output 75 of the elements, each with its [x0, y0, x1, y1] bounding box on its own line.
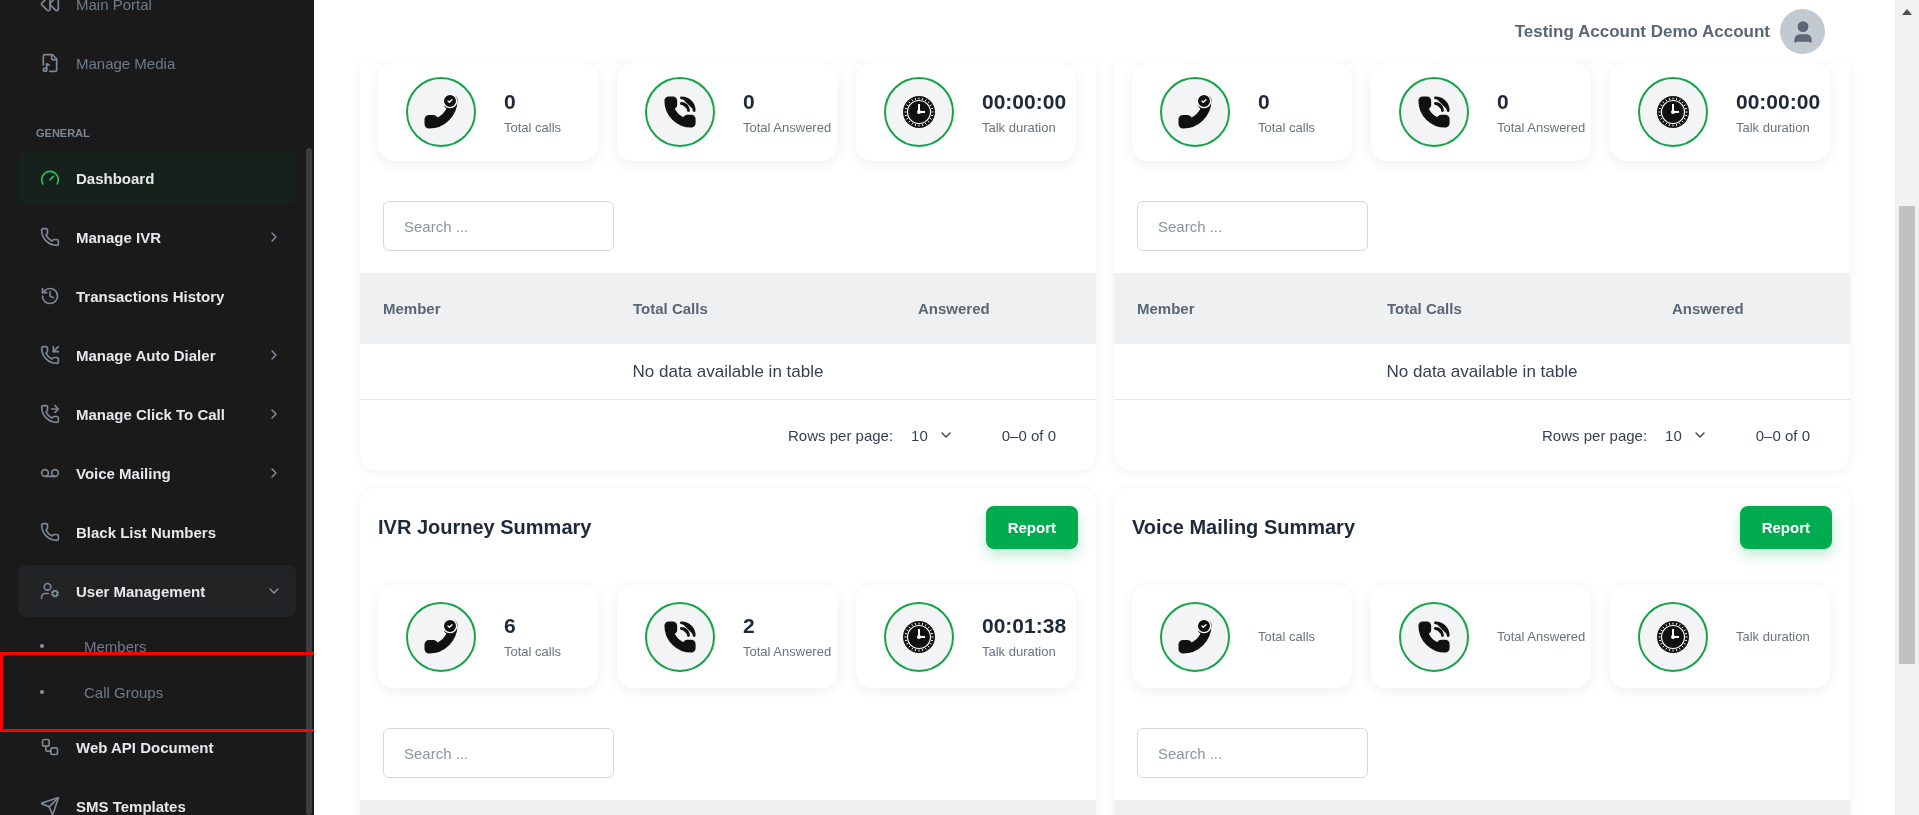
- stat-value: 6: [504, 614, 517, 638]
- bullet-icon: [40, 690, 44, 694]
- stat-label: Talk duration: [982, 644, 1057, 659]
- clock-icon: [902, 619, 936, 654]
- stat-value: 0: [1258, 89, 1271, 114]
- stat-label: Talk duration: [1736, 119, 1811, 135]
- sidebar-item[interactable]: Manage Media: [18, 37, 296, 89]
- search-field[interactable]: Search ...: [1137, 728, 1368, 778]
- sidebar-item[interactable]: Manage Click To Call: [18, 388, 296, 440]
- empty-table-message: No data available in table: [632, 361, 824, 382]
- pagination-range: 0–0 of 0: [1755, 426, 1810, 444]
- section-title: GENERAL: [35, 126, 91, 141]
- column-header: Total Calls: [1387, 300, 1463, 317]
- search-field[interactable]: Search ...: [383, 728, 614, 778]
- gauge-icon: [40, 168, 60, 188]
- column-header: Member: [383, 300, 442, 317]
- sidebar-item[interactable]: User Management: [18, 565, 296, 617]
- rows-per-page-select[interactable]: 10: [1665, 426, 1708, 444]
- account-name: Testing Account Demo Account: [1514, 21, 1770, 42]
- stat-value: 00:00:00: [1736, 89, 1821, 114]
- stat-label: Total calls: [1258, 629, 1316, 644]
- card-title: IVR Journey Summary: [378, 516, 592, 539]
- empty-table-message: No data available in table: [1386, 361, 1578, 382]
- column-header: Answered: [918, 300, 991, 317]
- rows-per-page-select[interactable]: 10: [911, 426, 954, 444]
- send-icon: [40, 796, 60, 815]
- clock-icon: [1656, 619, 1690, 654]
- sidebar-item[interactable]: Manage Auto Dialer: [18, 329, 296, 381]
- stat-label: Total calls: [504, 644, 562, 659]
- history-icon: [40, 286, 60, 306]
- clock-icon: [1656, 95, 1690, 129]
- stat-value: 0: [743, 89, 756, 114]
- sidebar-item[interactable]: SMS Templates: [18, 780, 296, 815]
- scrollbar[interactable]: [306, 148, 312, 815]
- stat-label: Total Answered: [743, 644, 832, 659]
- search-field[interactable]: Search ...: [383, 201, 614, 251]
- avatar[interactable]: [1780, 9, 1825, 54]
- scrollbar[interactable]: [1895, 0, 1919, 815]
- stat-value: 00:00:00: [982, 89, 1067, 114]
- stat-label: Total Answered: [743, 119, 832, 135]
- stat-value: 2: [743, 614, 756, 638]
- sidebar-subitem[interactable]: Call Groups: [18, 670, 296, 714]
- sidebar-item[interactable]: Black List Numbers: [18, 506, 296, 558]
- stat-label: Total Answered: [1497, 629, 1586, 644]
- column-header: Answered: [1672, 300, 1745, 317]
- bullet-icon: [40, 644, 44, 648]
- pagination-range: 0–0 of 0: [1001, 426, 1056, 444]
- sidebar-item[interactable]: Dashboard: [18, 152, 296, 204]
- phone-icon: [40, 227, 60, 247]
- stat-value: 0: [504, 89, 517, 114]
- stat-label: Talk duration: [1736, 629, 1810, 644]
- phone-icon: [40, 522, 60, 542]
- column-header: Member: [1137, 300, 1196, 317]
- sidebar-subitem[interactable]: Members: [18, 624, 296, 668]
- sidebar-item[interactable]: Manage IVR: [18, 211, 296, 263]
- stat-label: Talk duration: [982, 119, 1057, 135]
- music-file-icon: [40, 53, 60, 73]
- stat-label: Total calls: [504, 119, 562, 135]
- column-header: Total Calls: [633, 300, 709, 317]
- rewind-icon: [40, 0, 60, 14]
- stat-label: Total calls: [1258, 119, 1316, 135]
- sidebar-item[interactable]: Web API Document: [18, 721, 296, 773]
- search-field[interactable]: Search ...: [1137, 201, 1368, 251]
- stat-label: Total Answered: [1497, 119, 1586, 135]
- rows-per-page-label: Rows per page:: [1542, 426, 1648, 444]
- stat-value: 00:01:38: [982, 614, 1067, 638]
- phone-icon: [40, 345, 60, 365]
- clock-icon: [902, 95, 936, 129]
- card-title: Voice Mailing Summary: [1132, 516, 1356, 539]
- rows-per-page-label: Rows per page:: [788, 426, 894, 444]
- sidebar-item[interactable]: Transactions History: [18, 270, 296, 322]
- user-gear-icon: [40, 581, 60, 601]
- sidebar-item[interactable]: Voice Mailing: [18, 447, 296, 499]
- phone-forward-icon: [40, 404, 60, 424]
- stat-value: 0: [1497, 89, 1510, 114]
